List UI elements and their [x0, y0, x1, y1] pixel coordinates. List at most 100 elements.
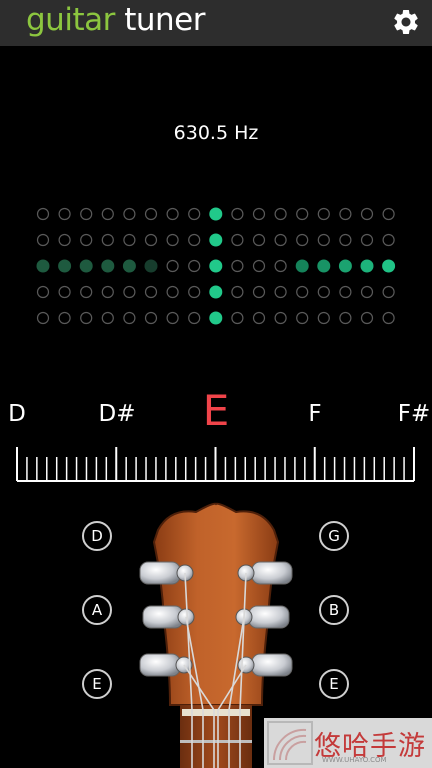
pitch-dot	[144, 259, 158, 273]
pitch-dot	[382, 207, 395, 221]
note-label-upper-1: F	[308, 401, 322, 427]
pitch-dot	[123, 207, 136, 221]
pitch-dot	[188, 259, 201, 273]
note-label-upper-2: F#	[397, 401, 431, 427]
note-label-lower-1: D#	[98, 401, 136, 427]
pitch-dot	[123, 233, 136, 247]
pitch-dot	[382, 259, 396, 273]
pitch-dot	[252, 311, 266, 325]
pitch-dot	[231, 207, 244, 221]
pitch-dot	[188, 233, 201, 247]
pitch-dot	[188, 311, 201, 325]
pitch-dot	[80, 285, 93, 299]
pitch-dot	[317, 259, 331, 273]
pitch-dot	[101, 207, 114, 221]
current-note: E	[202, 386, 230, 435]
watermark-url: WWW.UHAYO.COM	[322, 756, 387, 764]
pitch-dot	[339, 233, 352, 247]
string-button-low-e[interactable]: E	[82, 669, 112, 699]
pitch-dot	[317, 285, 330, 299]
pitch-dot	[339, 285, 352, 299]
pitch-dot	[166, 233, 179, 247]
pitch-dot	[252, 207, 266, 221]
pitch-dot	[296, 233, 309, 247]
pitch-dot	[274, 311, 287, 325]
pitch-dot	[144, 285, 158, 299]
pitch-dot	[123, 285, 136, 299]
pitch-dot	[296, 207, 309, 221]
pitch-dot	[231, 285, 244, 299]
watermark-logo-icon	[267, 721, 313, 765]
pitch-dot	[231, 259, 244, 273]
pitch-dot	[36, 259, 50, 273]
pitch-dot	[360, 311, 374, 325]
pitch-dot	[295, 259, 309, 273]
pitch-dot	[123, 311, 136, 325]
pitch-dot	[58, 259, 72, 273]
pitch-dot	[360, 207, 374, 221]
pitch-dot	[317, 233, 330, 247]
pitch-dot	[252, 259, 266, 273]
pitch-dot	[80, 311, 93, 325]
pitch-dot	[339, 311, 352, 325]
pitch-dot	[209, 207, 223, 221]
pitch-dot	[58, 207, 71, 221]
pitch-dot	[80, 207, 93, 221]
pitch-dot	[274, 259, 287, 273]
pitch-dot	[296, 311, 309, 325]
pitch-dot	[166, 259, 179, 273]
pitch-dot	[101, 233, 114, 247]
pitch-dot	[382, 285, 395, 299]
string-button-g[interactable]: G	[319, 521, 349, 551]
pitch-dot	[209, 311, 223, 325]
pitch-dot-matrix	[36, 207, 396, 325]
pitch-dot	[101, 285, 114, 299]
pitch-dot	[231, 311, 244, 325]
pitch-dot	[296, 285, 309, 299]
string-button-b[interactable]: B	[319, 595, 349, 625]
pitch-dot	[188, 285, 201, 299]
pitch-dot	[274, 285, 287, 299]
pitch-dot	[36, 207, 50, 221]
pitch-dot	[79, 259, 93, 273]
watermark-banner: 悠哈手游 WWW.UHAYO.COM	[264, 718, 432, 768]
pitch-dot	[252, 233, 266, 247]
pitch-dot	[144, 233, 158, 247]
pitch-dot	[382, 233, 395, 247]
pitch-dot	[80, 233, 93, 247]
string-button-a[interactable]: A	[82, 595, 112, 625]
pitch-dot	[58, 285, 71, 299]
pitch-dot	[339, 207, 352, 221]
pitch-dot	[209, 259, 223, 273]
pitch-dot	[231, 233, 244, 247]
pitch-dot	[36, 311, 50, 325]
pitch-dot	[144, 207, 158, 221]
pitch-dot	[209, 285, 223, 299]
pitch-dot	[209, 233, 223, 247]
string-button-d[interactable]: D	[82, 521, 112, 551]
pitch-dot	[166, 311, 179, 325]
pitch-dot	[36, 233, 50, 247]
pitch-dot	[382, 311, 395, 325]
pitch-dot	[188, 207, 201, 221]
string-button-high-e[interactable]: E	[319, 669, 349, 699]
pitch-dot	[338, 259, 352, 273]
pitch-dot	[101, 311, 114, 325]
pitch-dot	[360, 233, 374, 247]
pitch-dot	[274, 233, 287, 247]
pitch-dot	[122, 259, 136, 273]
pitch-dot	[166, 207, 179, 221]
pitch-dot	[166, 285, 179, 299]
pitch-dot	[101, 259, 115, 273]
tuning-scale-ruler	[16, 447, 415, 482]
pitch-dot	[360, 285, 374, 299]
pitch-dot	[317, 311, 330, 325]
note-label-lower-2: D	[8, 401, 26, 427]
pitch-dot	[58, 233, 71, 247]
pitch-dot	[317, 207, 330, 221]
pitch-dot	[58, 311, 71, 325]
pitch-dot	[36, 285, 50, 299]
pitch-dot	[144, 311, 158, 325]
pitch-dot	[252, 285, 266, 299]
pitch-dot	[360, 259, 374, 273]
